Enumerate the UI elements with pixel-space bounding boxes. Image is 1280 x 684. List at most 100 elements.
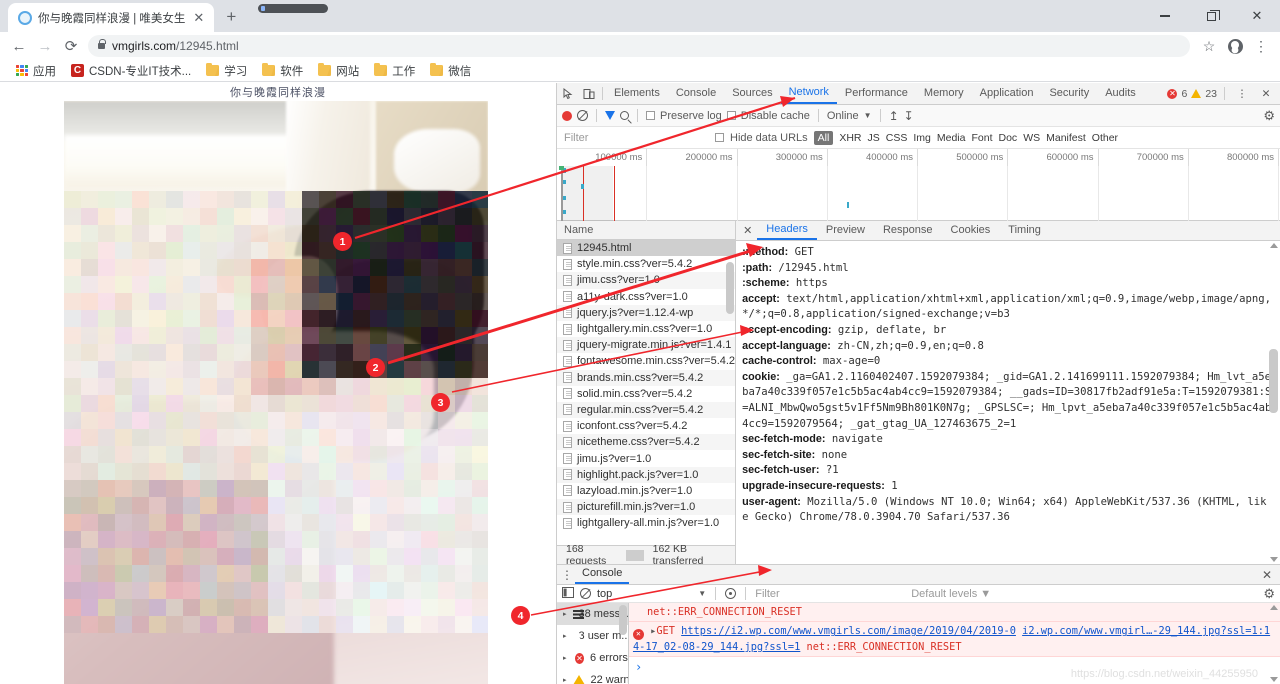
console-sidebar-scrollbar[interactable] <box>619 603 627 684</box>
console-sidebar-toggle-icon[interactable] <box>562 587 574 601</box>
preserve-log-checkbox[interactable] <box>646 111 655 120</box>
device-toolbar-icon[interactable] <box>579 84 599 104</box>
bookmark-apps[interactable]: 应用 <box>10 61 62 81</box>
overview-selection[interactable] <box>561 166 613 221</box>
console-filter-input[interactable]: Filter <box>755 588 905 600</box>
request-row[interactable]: jimu.css?ver=1.0 <box>557 272 735 288</box>
console-settings-gear-icon[interactable]: ⚙ <box>1263 586 1275 602</box>
bookmark-folder-software[interactable]: 软件 <box>256 61 309 81</box>
scroll-down-icon[interactable] <box>1270 557 1278 562</box>
request-row[interactable]: picturefill.min.js?ver=1.0 <box>557 499 735 515</box>
detail-tab-timing[interactable]: Timing <box>999 222 1050 239</box>
chrome-menu-icon[interactable]: ⋮ <box>1248 33 1274 59</box>
resource-type-doc[interactable]: Doc <box>999 132 1018 144</box>
console-sidebar[interactable]: ▸ 38 mess... ▸ 3 user m... ▸ ✕ 6 errors ▸ 22 war… <box>557 603 629 684</box>
resource-type-img[interactable]: Img <box>913 132 931 144</box>
request-list[interactable]: 12945.html style.min.css?ver=5.4.2 jimu.cs… <box>557 240 735 545</box>
resource-type-other[interactable]: Other <box>1092 132 1118 144</box>
live-expression-icon[interactable] <box>725 588 736 599</box>
request-row[interactable]: solid.min.css?ver=5.4.2 <box>557 386 735 402</box>
bookmark-folder-study[interactable]: 学习 <box>200 61 253 81</box>
bookmark-star-icon[interactable]: ☆ <box>1196 33 1222 59</box>
expand-triangle-icon[interactable]: ▸ <box>563 632 567 640</box>
context-chevron-down-icon[interactable]: ▼ <box>698 589 706 598</box>
disable-cache-checkbox[interactable] <box>727 111 736 120</box>
resource-type-all[interactable]: All <box>814 131 834 145</box>
request-column-header[interactable]: Name <box>557 221 735 240</box>
address-bar[interactable]: vmgirls.com/12945.html <box>88 35 1190 57</box>
devtools-tab-memory[interactable]: Memory <box>916 84 972 103</box>
console-messages[interactable]: net::ERR_CONNECTION_RESET ✕ ▸GET https:/… <box>629 603 1280 684</box>
console-url-link[interactable]: https://i2.wp.com/www.vmgirls.com/image/… <box>681 625 1016 637</box>
request-headers-list[interactable]: :method: GET:path: /12945.html:scheme: h… <box>736 241 1280 564</box>
detail-tab-response[interactable]: Response <box>874 222 942 239</box>
request-row[interactable]: lightgallery.min.css?ver=1.0 <box>557 321 735 337</box>
detail-tab-headers[interactable]: Headers <box>757 221 817 240</box>
console-sidebar-item[interactable]: ▸ ✕ 6 errors <box>557 647 628 669</box>
devtools-tab-audits[interactable]: Audits <box>1097 84 1144 103</box>
import-har-icon[interactable]: ↥ <box>889 109 899 123</box>
page-viewport[interactable]: 你与晚霞同样浪漫 <box>0 83 556 684</box>
detail-tab-preview[interactable]: Preview <box>817 222 874 239</box>
request-row[interactable]: highlight.pack.js?ver=1.0 <box>557 467 735 483</box>
request-row[interactable]: fontawesome.min.css?ver=5.4.2 <box>557 353 735 369</box>
resource-type-ws[interactable]: WS <box>1023 132 1040 144</box>
console-context-select[interactable]: top <box>597 588 612 600</box>
close-detail-icon[interactable]: ✕ <box>738 224 757 237</box>
profile-avatar-icon[interactable] <box>1222 33 1248 59</box>
scroll-up-icon[interactable] <box>1270 243 1278 248</box>
request-row[interactable]: regular.min.css?ver=5.4.2 <box>557 402 735 418</box>
devtools-tab-network[interactable]: Network <box>781 83 837 104</box>
inspect-element-icon[interactable] <box>559 84 579 104</box>
console-url-link-wrap[interactable]: 4-17_02-08-29_144.jpg?ssl=1 <box>633 641 800 653</box>
reload-button[interactable]: ⟳ <box>58 33 84 59</box>
devtools-more-icon[interactable]: ⋮ <box>1232 84 1252 104</box>
search-button-icon[interactable] <box>620 111 629 120</box>
resource-type-xhr[interactable]: XHR <box>839 132 861 144</box>
scroll-down-icon[interactable] <box>1270 677 1278 682</box>
browser-tab[interactable]: 你与晚霞同样浪漫 | 唯美女生 ✕ <box>8 3 214 32</box>
request-row[interactable]: jquery.js?ver=1.12.4-wp <box>557 305 735 321</box>
chevron-down-icon[interactable]: ▼ <box>864 111 872 120</box>
console-scrollbar[interactable] <box>1269 605 1278 682</box>
headers-scrollbar[interactable] <box>1269 243 1278 562</box>
clear-console-icon[interactable] <box>580 588 591 599</box>
detail-tab-cookies[interactable]: Cookies <box>942 222 1000 239</box>
devtools-tab-performance[interactable]: Performance <box>837 84 916 103</box>
bookmark-folder-sites[interactable]: 网站 <box>312 61 365 81</box>
bookmark-folder-work[interactable]: 工作 <box>368 61 421 81</box>
request-row[interactable]: lazyload.min.js?ver=1.0 <box>557 483 735 499</box>
request-list-scrollbar[interactable] <box>726 240 734 545</box>
resource-type-media[interactable]: Media <box>937 132 966 144</box>
minimize-button[interactable] <box>1142 0 1188 32</box>
console-sidebar-item[interactable]: ▸ 38 mess... <box>557 603 628 625</box>
resource-type-css[interactable]: CSS <box>886 132 908 144</box>
new-tab-button[interactable]: + <box>218 4 244 30</box>
bookmark-folder-wechat[interactable]: 微信 <box>424 61 477 81</box>
network-filter-input[interactable]: Filter <box>564 132 709 144</box>
devtools-tab-application[interactable]: Application <box>972 84 1042 103</box>
close-window-button[interactable]: ✕ <box>1234 0 1280 32</box>
expand-triangle-icon[interactable]: ▸ <box>563 676 567 684</box>
expand-triangle-icon[interactable]: ▸ <box>563 610 567 618</box>
request-row[interactable]: 12945.html <box>557 240 735 256</box>
devtools-tab-sources[interactable]: Sources <box>724 84 780 103</box>
forward-button[interactable]: → <box>32 33 58 59</box>
bookmark-csdn[interactable]: C CSDN-专业IT技术... <box>65 61 197 81</box>
devtools-close-icon[interactable]: ✕ <box>1256 84 1276 104</box>
network-overview[interactable]: 100000 ms 200000 ms 300000 ms 400000 ms 5000… <box>557 149 1280 221</box>
hide-data-urls-checkbox[interactable] <box>715 133 724 142</box>
network-settings-gear-icon[interactable]: ⚙ <box>1263 108 1275 124</box>
request-row[interactable]: iconfont.css?ver=5.4.2 <box>557 418 735 434</box>
request-row[interactable]: jimu.js?ver=1.0 <box>557 450 735 466</box>
clear-button-icon[interactable] <box>577 110 588 121</box>
devtools-tab-security[interactable]: Security <box>1041 84 1097 103</box>
request-row[interactable]: a11y-dark.css?ver=1.0 <box>557 289 735 305</box>
request-row[interactable]: jquery-migrate.min.js?ver=1.4.1 <box>557 337 735 353</box>
issue-counts[interactable]: ✕ 6 23 ⋮ ✕ <box>1167 84 1278 104</box>
scrollbar-thumb[interactable] <box>726 262 734 314</box>
back-button[interactable]: ← <box>6 33 32 59</box>
tab-close-icon[interactable]: ✕ <box>191 11 206 24</box>
resource-type-font[interactable]: Font <box>971 132 992 144</box>
devtools-tab-console[interactable]: Console <box>668 84 724 103</box>
